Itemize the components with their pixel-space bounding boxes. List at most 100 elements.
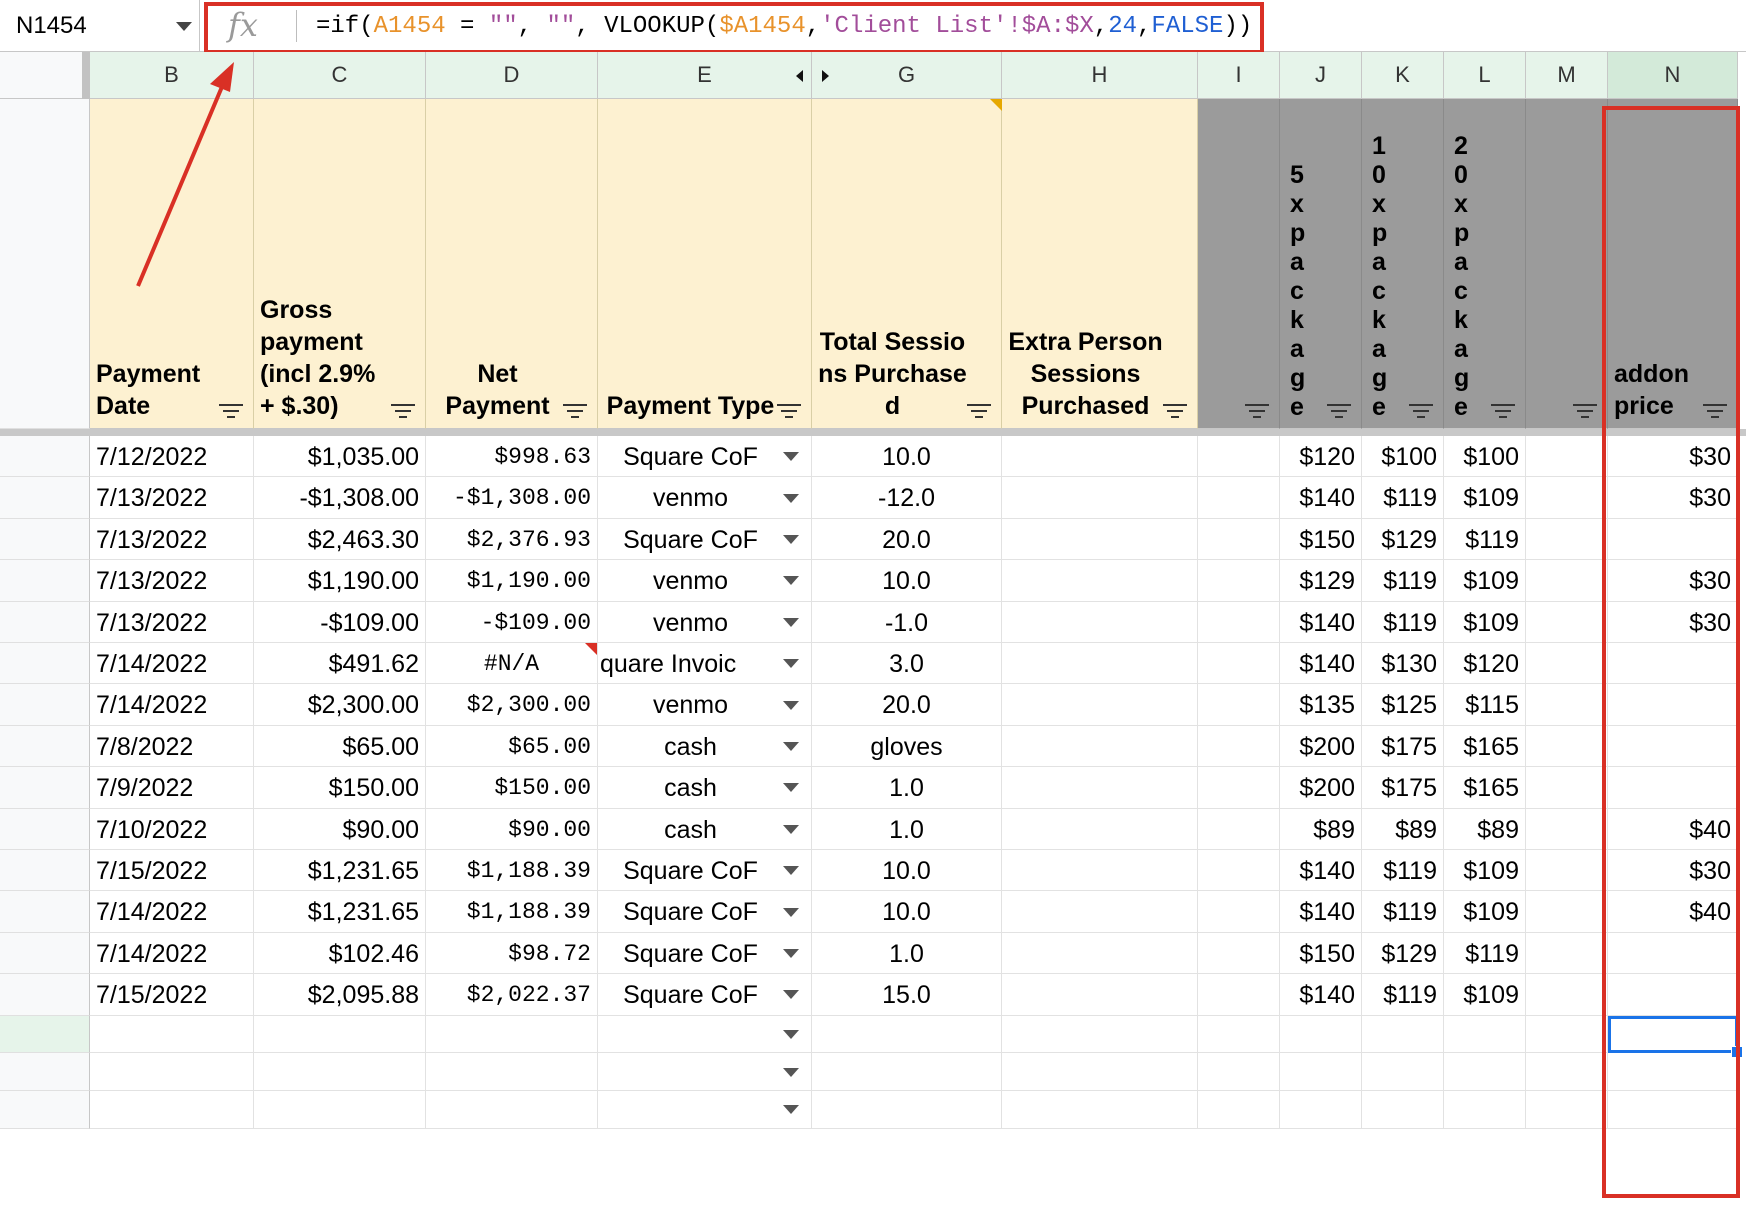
cell-g1456[interactable] — [812, 1091, 1002, 1129]
cell-c1449[interactable]: $90.00 — [254, 808, 426, 850]
filter-icon[interactable] — [1163, 404, 1187, 418]
cell-b1448[interactable]: 7/9/2022 — [90, 767, 254, 809]
cell-j1453[interactable]: $140 — [1280, 974, 1362, 1016]
cell-k1446[interactable]: $125 — [1362, 684, 1444, 726]
dropdown-arrow-icon[interactable] — [783, 576, 799, 586]
cell-c1445[interactable]: $491.62 — [254, 643, 426, 685]
cell-b1454[interactable] — [90, 1015, 254, 1054]
cell-k1441[interactable]: $119 — [1362, 477, 1444, 519]
cell-l1449[interactable]: $89 — [1444, 808, 1526, 850]
cell-m1441[interactable] — [1526, 477, 1608, 519]
cell-k1447[interactable]: $175 — [1362, 725, 1444, 768]
cell-b1447[interactable]: 7/8/2022 — [90, 725, 254, 768]
header-cell-e[interactable]: Payment Type — [598, 99, 812, 429]
cell-d1447[interactable]: $65.00 — [426, 725, 598, 768]
cell-m1455[interactable] — [1526, 1053, 1608, 1091]
cell-c1448[interactable]: $150.00 — [254, 767, 426, 809]
cell-g1441[interactable]: -12.0 — [812, 477, 1002, 519]
cell-j1446[interactable]: $135 — [1280, 684, 1362, 726]
dropdown-arrow-icon[interactable] — [783, 1105, 799, 1115]
cell-e1443[interactable]: venmo — [598, 560, 812, 602]
cell-i1445[interactable] — [1198, 643, 1280, 685]
cell-l1456[interactable] — [1444, 1091, 1526, 1129]
cell-i1455[interactable] — [1198, 1053, 1280, 1091]
cell-b1441[interactable]: 7/13/2022 — [90, 477, 254, 519]
collapse-left-icon[interactable] — [796, 70, 803, 82]
cell-d1453[interactable]: $2,022.37 — [426, 974, 598, 1016]
cell-e1446[interactable]: venmo — [598, 684, 812, 726]
cell-g1443[interactable]: 10.0 — [812, 560, 1002, 602]
cell-d1441[interactable]: -$1,308.00 — [426, 477, 598, 519]
filter-icon[interactable] — [1409, 404, 1433, 418]
cell-g1448[interactable]: 1.0 — [812, 767, 1002, 809]
dropdown-arrow-icon[interactable] — [783, 824, 799, 834]
row-header-1449[interactable] — [0, 808, 90, 850]
cell-b1446[interactable]: 7/14/2022 — [90, 684, 254, 726]
cell-b1451[interactable]: 7/14/2022 — [90, 891, 254, 933]
cell-l1442[interactable]: $119 — [1444, 518, 1526, 561]
cell-d1448[interactable]: $150.00 — [426, 767, 598, 809]
cell-h1442[interactable] — [1002, 518, 1198, 561]
filter-icon[interactable] — [563, 404, 587, 418]
dropdown-arrow-icon[interactable] — [783, 948, 799, 958]
cell-h1452[interactable] — [1002, 932, 1198, 975]
cell-j1448[interactable]: $200 — [1280, 767, 1362, 809]
cell-b1445[interactable]: 7/14/2022 — [90, 643, 254, 685]
cell-j1445[interactable]: $140 — [1280, 643, 1362, 685]
header-cell-h[interactable]: Extra Person Sessions Purchased — [990, 99, 1198, 429]
cell-m1451[interactable] — [1526, 891, 1608, 933]
row-header-1451[interactable] — [0, 891, 90, 933]
cell-k1445[interactable]: $130 — [1362, 643, 1444, 685]
dropdown-arrow-icon[interactable] — [783, 1067, 799, 1077]
cell-d1446[interactable]: $2,300.00 — [426, 684, 598, 726]
expand-right-icon[interactable] — [822, 70, 829, 82]
cell-h1455[interactable] — [1002, 1053, 1198, 1091]
cell-i1442[interactable] — [1198, 518, 1280, 561]
cell-l1441[interactable]: $109 — [1444, 477, 1526, 519]
cell-d1456[interactable] — [426, 1091, 598, 1129]
cell-e1455[interactable] — [598, 1053, 812, 1091]
cell-k1454[interactable] — [1362, 1015, 1444, 1054]
cell-e1441[interactable]: venmo — [598, 477, 812, 519]
cell-c1456[interactable] — [254, 1091, 426, 1129]
cell-c1441[interactable]: -$1,308.00 — [254, 477, 426, 519]
cell-l1453[interactable]: $109 — [1444, 974, 1526, 1016]
column-header-e[interactable]: E — [598, 52, 812, 99]
column-header-n[interactable]: N — [1608, 52, 1738, 99]
cell-i1448[interactable] — [1198, 767, 1280, 809]
cell-d1455[interactable] — [426, 1053, 598, 1091]
filter-icon[interactable] — [391, 404, 415, 418]
cell-e1447[interactable]: cash — [598, 725, 812, 768]
cell-l1443[interactable]: $109 — [1444, 560, 1526, 602]
cell-l1447[interactable]: $165 — [1444, 725, 1526, 768]
cell-b1440[interactable]: 7/12/2022 — [90, 436, 254, 478]
cell-l1448[interactable]: $165 — [1444, 767, 1526, 809]
dropdown-arrow-icon[interactable] — [783, 534, 799, 544]
cell-k1440[interactable]: $100 — [1362, 436, 1444, 478]
cell-l1451[interactable]: $109 — [1444, 891, 1526, 933]
cell-h1453[interactable] — [1002, 974, 1198, 1016]
cell-c1442[interactable]: $2,463.30 — [254, 518, 426, 561]
cell-g1454[interactable] — [812, 1015, 1002, 1054]
cell-h1445[interactable] — [1002, 643, 1198, 685]
cell-d1450[interactable]: $1,188.39 — [426, 850, 598, 892]
column-header-l[interactable]: L — [1444, 52, 1526, 99]
cell-b1449[interactable]: 7/10/2022 — [90, 808, 254, 850]
cell-i1447[interactable] — [1198, 725, 1280, 768]
cell-e1453[interactable]: Square CoF — [598, 974, 812, 1016]
cell-e1449[interactable]: cash — [598, 808, 812, 850]
cell-h1448[interactable] — [1002, 767, 1198, 809]
row-header-1445[interactable] — [0, 643, 90, 685]
cell-j1455[interactable] — [1280, 1053, 1362, 1091]
cell-j1442[interactable]: $150 — [1280, 518, 1362, 561]
cell-h1456[interactable] — [1002, 1091, 1198, 1129]
cell-e1450[interactable]: Square CoF — [598, 850, 812, 892]
cell-h1440[interactable] — [1002, 436, 1198, 478]
cell-l1440[interactable]: $100 — [1444, 436, 1526, 478]
cell-l1446[interactable]: $115 — [1444, 684, 1526, 726]
note-indicator[interactable] — [990, 99, 1002, 111]
cell-d1440[interactable]: $998.63 — [426, 436, 598, 478]
dropdown-arrow-icon[interactable] — [783, 493, 799, 503]
cell-k1443[interactable]: $119 — [1362, 560, 1444, 602]
column-header-d[interactable]: D — [426, 52, 598, 99]
